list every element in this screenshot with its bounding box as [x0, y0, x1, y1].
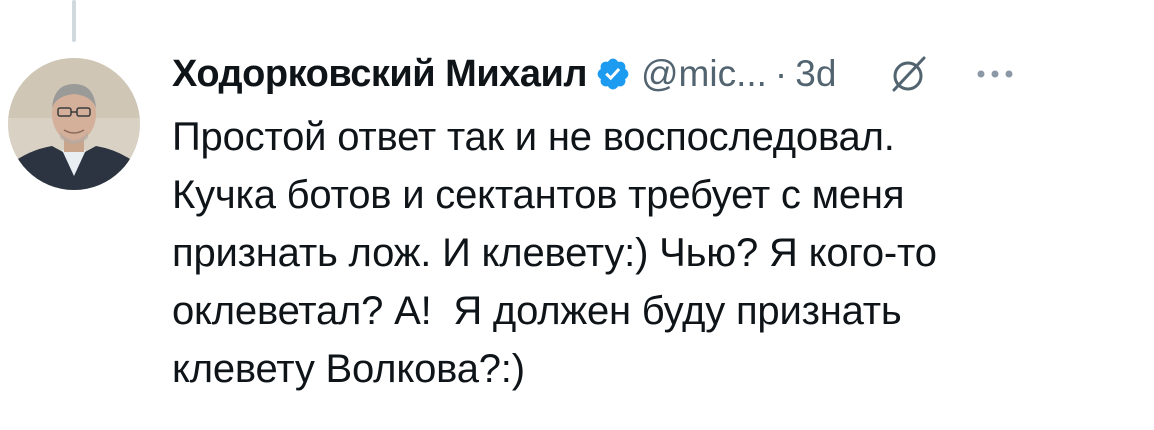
more-icon[interactable] — [976, 67, 1014, 81]
tweet-header: Ходорковский Михаил @mic... · 3d — [172, 48, 1142, 100]
avatar[interactable] — [8, 58, 140, 190]
display-name[interactable]: Ходорковский Михаил — [172, 53, 587, 96]
thread-connector-line — [72, 0, 76, 42]
tweet-text: Простой ответ так и не воспоследовал. Ку… — [172, 115, 937, 391]
tweet-content: Ходорковский Михаил @mic... · 3d Простой… — [172, 48, 1142, 398]
avatar-image — [8, 58, 140, 190]
timestamp[interactable]: 3d — [795, 53, 836, 95]
verified-badge-icon — [595, 56, 631, 92]
separator-dot: · — [774, 53, 788, 94]
grok-icon[interactable] — [886, 52, 930, 96]
user-handle[interactable]: @mic... — [641, 53, 767, 95]
